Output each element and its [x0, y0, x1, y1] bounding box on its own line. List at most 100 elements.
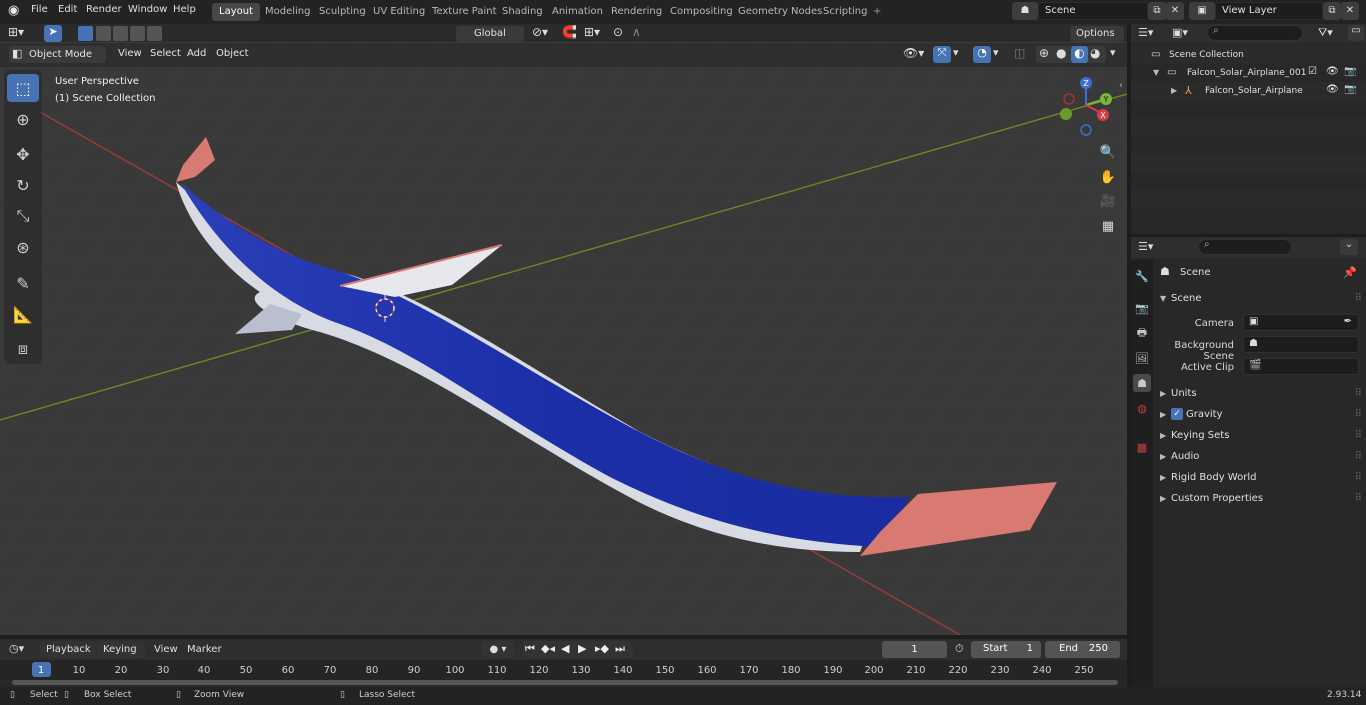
tab-shading[interactable]: Shading — [495, 3, 550, 21]
menu-edit[interactable]: Edit — [58, 4, 77, 15]
current-frame-field[interactable]: 1 — [882, 641, 947, 658]
outliner-row-scene-collection[interactable]: ▭ Scene Collection — [1131, 46, 1366, 64]
ortho-toggle-icon[interactable]: ▦ — [1097, 215, 1119, 237]
keying-dropdown[interactable]: Keying — [97, 641, 145, 658]
timeline-menu-view[interactable]: View — [154, 644, 178, 655]
snap-target-icon[interactable]: ⊞▾ — [584, 25, 600, 39]
options-dropdown[interactable]: Options — [1070, 26, 1124, 42]
texture-tab-icon[interactable]: ▩ — [1133, 438, 1151, 456]
scene-name-field[interactable]: Scene — [1038, 2, 1148, 20]
background-scene-field[interactable]: ☗ — [1243, 336, 1359, 353]
outliner-editor-type-icon[interactable]: ☰▾ — [1138, 26, 1153, 39]
gizmo-dropdown-icon[interactable]: ▾ — [953, 46, 959, 59]
viewport-menu-select[interactable]: Select — [150, 48, 181, 59]
tool-tab-icon[interactable]: 🔧 — [1133, 267, 1151, 285]
scene-selector-button[interactable]: ☗ — [1012, 2, 1038, 20]
drag-handle-icon[interactable]: ⠿ — [1355, 468, 1362, 488]
play-icon[interactable]: ▶ — [578, 642, 586, 655]
outliner-row-object[interactable]: ▶ ⅄ Falcon_Solar_Airplane 👁 📷 — [1131, 82, 1366, 100]
jump-end-icon[interactable]: ⏭ — [615, 642, 625, 656]
audio-panel[interactable]: ▶ Audio ⠿ — [1156, 447, 1362, 467]
play-reverse-icon[interactable]: ◀ — [561, 642, 569, 655]
auto-keying-icon[interactable]: ● ▾ — [482, 641, 514, 658]
eye-icon[interactable]: 👁 — [1326, 84, 1339, 95]
delete-view-layer-button[interactable]: ✕ — [1341, 2, 1359, 20]
output-tab-icon[interactable]: 🖶 — [1133, 324, 1151, 342]
drag-handle-icon[interactable]: ⠿ — [1355, 289, 1362, 309]
measure-tool-icon[interactable]: 📐 — [7, 300, 39, 328]
transform-orientation-dropdown[interactable]: Global — [456, 26, 524, 42]
pivot-point-icon[interactable]: ⊘▾ — [532, 25, 548, 39]
camera-icon[interactable]: 📷 — [1344, 66, 1356, 77]
visibility-icon[interactable]: 👁▾ — [903, 46, 924, 60]
tab-sculpting[interactable]: Sculpting — [312, 3, 373, 21]
tab-animation[interactable]: Animation — [545, 3, 610, 21]
delete-scene-button[interactable]: ✕ — [1166, 2, 1184, 20]
jump-start-icon[interactable]: ⏮ — [525, 642, 535, 656]
select-mode-new-icon[interactable] — [78, 26, 93, 41]
properties-search-input[interactable] — [1198, 239, 1292, 255]
material-preview-shading-icon[interactable]: ◐ — [1071, 46, 1088, 63]
timeline-editor-type-icon[interactable]: ◷▾ — [9, 642, 24, 655]
select-mode-extend-icon[interactable] — [96, 26, 111, 41]
display-mode-icon[interactable]: ▣▾ — [1172, 26, 1188, 39]
checkbox-icon[interactable]: ☑ — [1308, 66, 1317, 77]
add-workspace-button[interactable]: + — [866, 3, 888, 21]
move-tool-icon[interactable]: ✥ — [7, 140, 39, 168]
drag-handle-icon[interactable]: ⠿ — [1355, 405, 1362, 425]
scene-tab-icon[interactable]: ☗ — [1133, 374, 1151, 392]
object-mode-dropdown[interactable]: Object Mode — [9, 46, 106, 63]
scene-panel-header[interactable]: ▼ Scene ⠿ — [1156, 289, 1362, 309]
view-layer-tab-icon[interactable]: 🖼 — [1133, 349, 1151, 367]
select-box-tool-icon[interactable]: ⬚ — [7, 74, 39, 102]
menu-render[interactable]: Render — [86, 4, 122, 15]
drag-handle-icon[interactable]: ⠿ — [1355, 447, 1362, 467]
tab-texture-paint[interactable]: Texture Paint — [425, 3, 504, 21]
rigid-body-world-panel[interactable]: ▶ Rigid Body World ⠿ — [1156, 468, 1362, 488]
add-cube-tool-icon[interactable]: ⧈ — [7, 335, 39, 363]
zoom-view-icon[interactable]: 🔍 — [1097, 141, 1119, 163]
timeline-menu-marker[interactable]: Marker — [187, 644, 222, 655]
viewport-menu-object[interactable]: Object — [216, 48, 249, 59]
tab-modeling[interactable]: Modeling — [258, 3, 318, 21]
menu-help[interactable]: Help — [173, 4, 196, 15]
camera-field[interactable]: ▣ ✒ — [1243, 314, 1359, 331]
editor-type-icon[interactable]: ⊞▾ — [8, 25, 24, 39]
view-layer-selector-button[interactable]: ▣ — [1189, 2, 1215, 20]
sidebar-toggle-icon[interactable]: ‹ — [1119, 80, 1123, 91]
expand-arrow-icon[interactable]: ▶ — [1171, 86, 1177, 95]
overlays-toggle-icon[interactable]: ◔ — [973, 46, 991, 63]
camera-view-icon[interactable]: 🎥 — [1097, 190, 1119, 212]
new-view-layer-button[interactable]: ⧉ — [1323, 2, 1341, 20]
wireframe-shading-icon[interactable]: ⊕ — [1039, 46, 1049, 60]
world-tab-icon[interactable]: ◍ — [1133, 399, 1151, 417]
tab-rendering[interactable]: Rendering — [604, 3, 669, 21]
snap-icon[interactable]: 🧲 — [562, 25, 577, 39]
filter-icon[interactable]: ⛛▾ — [1318, 26, 1333, 40]
expand-arrow-icon[interactable]: ▼ — [1153, 68, 1159, 77]
active-clip-field[interactable]: 🎬 — [1243, 358, 1359, 375]
tab-geometry-nodes[interactable]: Geometry Nodes — [731, 3, 829, 21]
new-scene-button[interactable]: ⧉ — [1148, 2, 1166, 20]
select-mode-subtract-icon[interactable] — [113, 26, 128, 41]
solid-shading-icon[interactable]: ● — [1056, 46, 1066, 60]
navigation-gizmo[interactable]: Z Y X — [1055, 74, 1117, 136]
outliner-search-input[interactable] — [1207, 25, 1303, 41]
cursor-tool-icon[interactable]: ⊕ — [7, 105, 39, 133]
camera-icon[interactable]: 📷 — [1344, 84, 1356, 95]
tab-uv-editing[interactable]: UV Editing — [366, 3, 432, 21]
menu-window[interactable]: Window — [128, 4, 167, 15]
overlays-dropdown-icon[interactable]: ▾ — [993, 46, 999, 59]
drag-handle-icon[interactable]: ⠿ — [1355, 489, 1362, 509]
select-mode-invert-icon[interactable] — [130, 26, 145, 41]
eyedropper-icon[interactable]: ✒ — [1344, 316, 1352, 327]
drag-handle-icon[interactable]: ⠿ — [1355, 426, 1362, 446]
transform-tool-icon[interactable]: ⊛ — [7, 233, 39, 261]
shading-dropdown-icon[interactable]: ▾ — [1110, 46, 1116, 59]
eye-icon[interactable]: 👁 — [1326, 66, 1339, 77]
end-frame-field[interactable]: End 250 — [1045, 641, 1120, 658]
gravity-panel[interactable]: ▶ ✓ Gravity ⠿ — [1156, 405, 1362, 425]
menu-file[interactable]: File — [31, 4, 48, 15]
scale-tool-icon[interactable]: ⤡ — [7, 202, 39, 230]
annotate-tool-icon[interactable]: ✎ — [7, 269, 39, 297]
